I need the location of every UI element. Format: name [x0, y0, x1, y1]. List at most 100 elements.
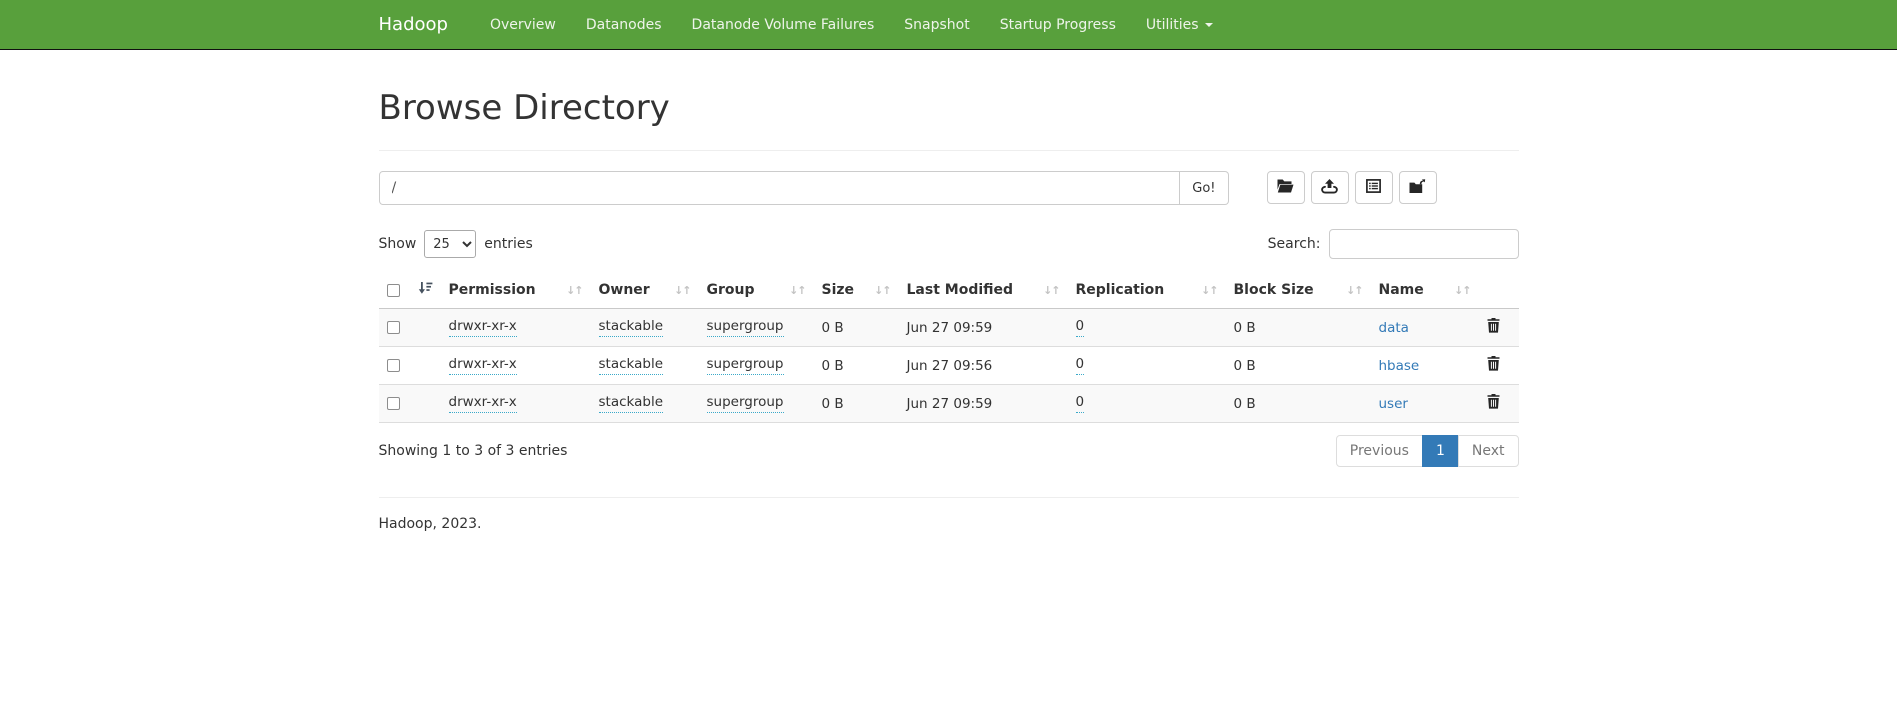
replication-cell[interactable]: 0 — [1076, 356, 1085, 375]
size-cell: 0 B — [822, 396, 844, 412]
directory-link[interactable]: user — [1379, 396, 1408, 412]
header-size[interactable]: Size — [814, 273, 899, 309]
page-title: Browse Directory — [379, 88, 1519, 128]
modified-cell: Jun 27 09:56 — [907, 358, 993, 374]
header-replication[interactable]: Replication — [1068, 273, 1226, 309]
folder-open-button[interactable] — [1267, 171, 1305, 204]
delete-button[interactable] — [1487, 356, 1500, 374]
sort-icon — [1043, 284, 1059, 297]
table-row: drwxr-xr-x stackable supergroup 0 B Jun … — [379, 309, 1519, 347]
header-name[interactable]: Name — [1371, 273, 1479, 309]
sort-amount-icon — [418, 281, 433, 299]
upload-button[interactable] — [1311, 171, 1349, 204]
table-header-row: Permission Owner Group Size Last Modifie… — [379, 273, 1519, 309]
delete-button[interactable] — [1487, 394, 1500, 412]
row-checkbox[interactable] — [387, 397, 400, 410]
group-cell[interactable]: supergroup — [707, 394, 784, 413]
entries-summary: Showing 1 to 3 of 3 entries — [379, 443, 568, 459]
nav-item-utilities-dropdown[interactable]: Utilities — [1131, 0, 1228, 49]
group-cell[interactable]: supergroup — [707, 356, 784, 375]
owner-cell[interactable]: stackable — [599, 318, 664, 337]
footer-divider — [379, 497, 1519, 498]
row-checkbox[interactable] — [387, 321, 400, 334]
directory-link[interactable]: data — [1379, 320, 1409, 336]
list-alt-icon — [1366, 179, 1381, 196]
show-label: Show — [379, 236, 417, 252]
nav-item-snapshot[interactable]: Snapshot — [889, 0, 984, 49]
trash-icon — [1487, 318, 1500, 336]
nav-item-datanode-volume-failures[interactable]: Datanode Volume Failures — [677, 0, 890, 49]
search-label: Search: — [1268, 236, 1321, 252]
footer-text: Hadoop, 2023. — [379, 516, 1519, 532]
directory-link[interactable]: hbase — [1379, 358, 1420, 374]
top-navbar: Hadoop Overview Datanodes Datanode Volum… — [0, 0, 1897, 50]
pagination-page-1[interactable]: 1 — [1422, 435, 1459, 467]
header-actions — [1479, 273, 1519, 309]
modified-cell: Jun 27 09:59 — [907, 396, 993, 412]
utilities-label: Utilities — [1146, 17, 1199, 33]
title-divider — [379, 150, 1519, 151]
sort-icon — [1346, 284, 1362, 297]
folder-open-icon — [1277, 179, 1294, 196]
row-checkbox[interactable] — [387, 359, 400, 372]
owner-cell[interactable]: stackable — [599, 394, 664, 413]
pagination-next[interactable]: Next — [1458, 435, 1519, 467]
sort-icon — [674, 284, 690, 297]
sort-icon — [1454, 284, 1470, 297]
pagination: Previous 1 Next — [1336, 435, 1519, 467]
caret-down-icon — [1205, 23, 1213, 27]
sort-icon — [566, 284, 582, 297]
block-size-cell: 0 B — [1234, 320, 1256, 336]
cloud-upload-icon — [1321, 179, 1338, 197]
table-row: drwxr-xr-x stackable supergroup 0 B Jun … — [379, 347, 1519, 385]
select-all-checkbox[interactable] — [387, 284, 400, 297]
select-all-header[interactable] — [379, 273, 441, 309]
folder-move-icon — [1409, 179, 1426, 197]
nav-item-startup-progress[interactable]: Startup Progress — [985, 0, 1131, 49]
list-button[interactable] — [1355, 171, 1393, 204]
permission-cell[interactable]: drwxr-xr-x — [449, 394, 517, 413]
directory-table: Permission Owner Group Size Last Modifie… — [379, 273, 1519, 423]
header-block-size[interactable]: Block Size — [1226, 273, 1371, 309]
size-cell: 0 B — [822, 320, 844, 336]
header-last-modified[interactable]: Last Modified — [899, 273, 1068, 309]
modified-cell: Jun 27 09:59 — [907, 320, 993, 336]
header-permission[interactable]: Permission — [441, 273, 591, 309]
pagination-previous[interactable]: Previous — [1336, 435, 1423, 467]
block-size-cell: 0 B — [1234, 358, 1256, 374]
trash-icon — [1487, 394, 1500, 412]
directory-action-buttons — [1267, 171, 1437, 204]
sort-icon — [789, 284, 805, 297]
delete-button[interactable] — [1487, 318, 1500, 336]
show-entries-control: Show 25 entries — [379, 230, 533, 258]
search-control: Search: — [1268, 229, 1519, 259]
navbar-menu: Overview Datanodes Datanode Volume Failu… — [475, 0, 1228, 49]
path-input-group: Go! — [379, 171, 1229, 205]
size-cell: 0 B — [822, 358, 844, 374]
path-bar: Go! — [379, 171, 1519, 205]
table-footer: Showing 1 to 3 of 3 entries Previous 1 N… — [379, 435, 1519, 467]
entries-label: entries — [484, 236, 533, 252]
replication-cell[interactable]: 0 — [1076, 394, 1085, 413]
sort-icon — [1201, 284, 1217, 297]
table-controls: Show 25 entries Search: — [379, 229, 1519, 259]
header-owner[interactable]: Owner — [591, 273, 699, 309]
directory-path-input[interactable] — [379, 171, 1181, 205]
permission-cell[interactable]: drwxr-xr-x — [449, 318, 517, 337]
trash-icon — [1487, 356, 1500, 374]
nav-item-datanodes[interactable]: Datanodes — [571, 0, 677, 49]
table-row: drwxr-xr-x stackable supergroup 0 B Jun … — [379, 385, 1519, 423]
sort-icon — [874, 284, 890, 297]
replication-cell[interactable]: 0 — [1076, 318, 1085, 337]
owner-cell[interactable]: stackable — [599, 356, 664, 375]
navbar-brand[interactable]: Hadoop — [379, 0, 463, 49]
nav-item-overview[interactable]: Overview — [475, 0, 571, 49]
search-input[interactable] — [1329, 229, 1519, 259]
page-size-select[interactable]: 25 — [424, 230, 476, 258]
permission-cell[interactable]: drwxr-xr-x — [449, 356, 517, 375]
folder-move-button[interactable] — [1399, 171, 1437, 204]
header-group[interactable]: Group — [699, 273, 814, 309]
go-button[interactable]: Go! — [1180, 171, 1228, 205]
group-cell[interactable]: supergroup — [707, 318, 784, 337]
block-size-cell: 0 B — [1234, 396, 1256, 412]
